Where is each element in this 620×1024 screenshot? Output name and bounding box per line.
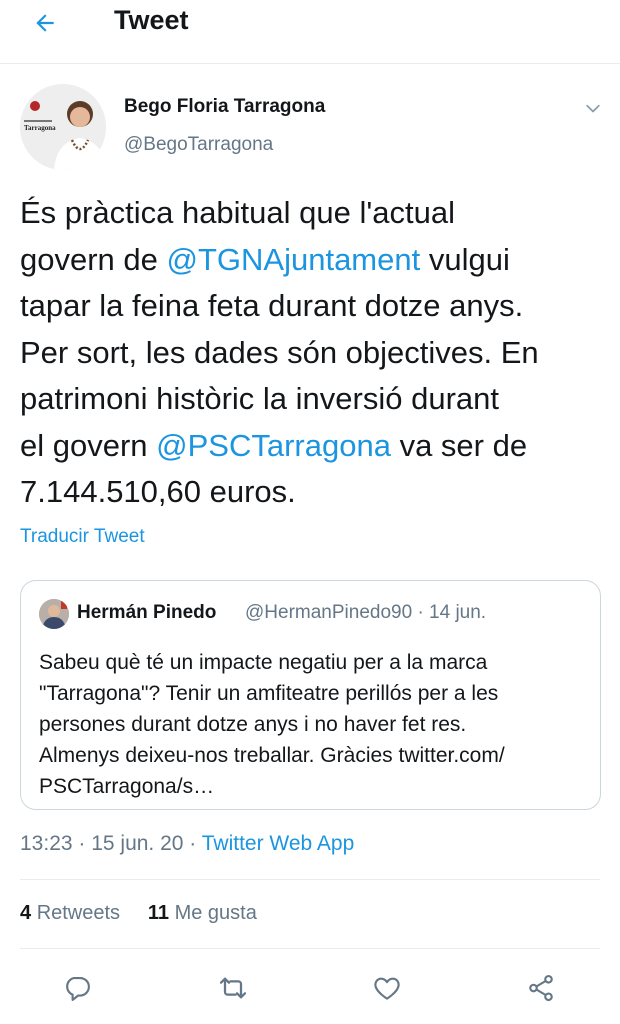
tweet-text-fragment: vulgui [420, 241, 510, 277]
quoted-text: Sabeu què té un impacte negatiu per a la… [39, 647, 589, 802]
quoted-avatar [39, 599, 69, 629]
quoted-avatar-image [39, 599, 69, 629]
action-bar [0, 966, 620, 1010]
tweet-line: govern de @TGNAjuntament vulgui [20, 237, 600, 284]
likes-count: 11 [147, 902, 170, 924]
tweet-line: 7.144.510,60 euros. [20, 474, 296, 509]
mention-link[interactable]: @TGNAjuntament [167, 242, 421, 277]
tweet-meta: 13:23 · 15 jun. 20 · Twitter Web App [20, 832, 354, 856]
avatar-image: Tarragona [20, 84, 106, 170]
tweet-stats: 4 Retweets 11 Me gusta [20, 902, 257, 925]
quoted-line: Almenys deixeu-nos treballar. Gràcies tw… [39, 744, 505, 767]
tweet-text: És pràctica habitual que l'actual govern… [20, 190, 600, 516]
quoted-line: "Tarragona"? Tenir un amfiteatre perilló… [39, 682, 499, 705]
timestamp: 13:23 · 15 jun. 20 · [20, 832, 202, 855]
likes-stat[interactable]: 11 Me gusta [148, 902, 257, 924]
tweet-line: És pràctica habitual que l'actual [20, 195, 456, 230]
tweet-line: tapar la feina feta durant dotze anys. [20, 288, 524, 323]
top-bar: Tweet [0, 0, 620, 64]
quoted-line: Sabeu què té un impacte negatiu per a la… [39, 651, 488, 674]
chevron-down-icon [586, 104, 600, 113]
divider [20, 948, 600, 949]
retweet-icon [219, 977, 247, 999]
more-options-button[interactable] [580, 96, 606, 122]
quoted-line: PSCTarragona/s… [39, 775, 215, 798]
retweets-count: 4 [20, 902, 32, 924]
tweet-author: Tarragona Bego Floria Tarragona @BegoTar… [20, 84, 600, 174]
reply-icon [66, 976, 90, 1001]
page-title: Tweet [114, 5, 189, 35]
quoted-handle-date: @HermanPinedo90 · 14 jun. [245, 602, 487, 623]
avatar-caption: Tarragona [24, 124, 56, 132]
tweet-line: Per sort, les dades són objectives. En [20, 334, 539, 370]
tweet-text-fragment: el govern [20, 427, 157, 463]
reply-button[interactable] [57, 968, 97, 1008]
like-icon [374, 977, 400, 1000]
avatar[interactable]: Tarragona [20, 84, 106, 170]
mention-link[interactable]: @PSCTarragona [156, 428, 391, 463]
retweets-label: Retweets [36, 902, 121, 924]
author-name[interactable]: Bego Floria Tarragona [124, 96, 325, 118]
author-handle[interactable]: @BegoTarragona [124, 134, 273, 156]
source-link[interactable]: Twitter Web App [202, 832, 355, 855]
quoted-line: persones durant dotze anys i no haver fe… [39, 713, 467, 736]
share-button[interactable] [521, 968, 561, 1008]
tweet-text-fragment: govern de [20, 241, 167, 277]
translate-tweet-link[interactable]: Traducir Tweet [20, 526, 145, 548]
likes-label: Me gusta [174, 902, 257, 924]
retweet-button[interactable] [213, 968, 253, 1008]
share-icon [529, 974, 553, 1002]
divider [20, 879, 600, 880]
quoted-tweet[interactable]: Hermán Pinedo @HermanPinedo90 · 14 jun. … [20, 580, 601, 810]
back-button[interactable] [28, 6, 62, 40]
quoted-author-name: Hermán Pinedo [77, 602, 217, 623]
tweet-line: patrimoni històric la inversió durant [20, 381, 499, 416]
tweet-line: el govern @PSCTarragona va ser de [20, 423, 600, 470]
arrow-left-icon [36, 14, 54, 32]
like-button[interactable] [367, 968, 407, 1008]
retweets-stat[interactable]: 4 Retweets [20, 902, 120, 924]
tweet-text-fragment: va ser de [390, 427, 528, 463]
